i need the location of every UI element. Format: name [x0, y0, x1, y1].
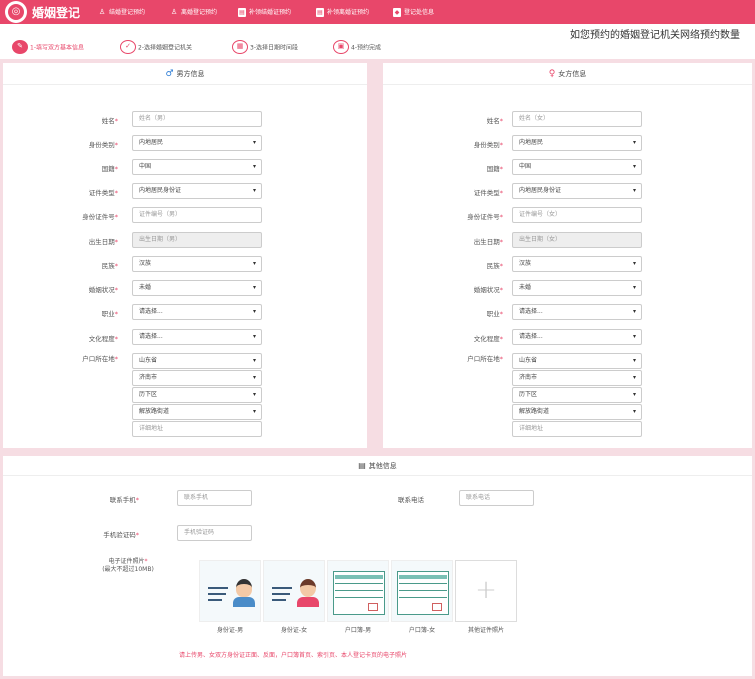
male-marital-select[interactable]: 未婚 [132, 280, 262, 296]
other-info-panel: ▤ 其他信息 联系手机* 联系手机 联系电话 联系电话 手机验证码* 手机验证码 … [3, 456, 752, 676]
tel-input[interactable]: 联系电话 [459, 490, 534, 506]
logo: ◎ [5, 1, 27, 23]
male-id-type-select[interactable]: 内地居民 [132, 135, 262, 151]
complete-icon: ▣ [333, 40, 349, 54]
certificate-icon: ▤ [316, 8, 324, 17]
female-district-select[interactable]: 历下区 [512, 387, 642, 403]
step-3: ▦ 3-选择日期时间段 [232, 40, 298, 54]
id-card-female-photo[interactable] [263, 560, 325, 622]
male-birth-date-input: 出生日期（男） [132, 232, 262, 248]
notice-marquee: 如您预约的婚姻登记机关网络预约数量 [570, 30, 740, 41]
calendar-icon: ▦ [232, 40, 248, 54]
household-book-male-caption: 户口簿-男 [344, 627, 372, 634]
household-book-female-photo[interactable] [391, 560, 453, 622]
other-photo-caption: 其他证件照片 [467, 627, 504, 634]
male-street-select[interactable]: 解放路街道 [132, 404, 262, 420]
rings-logo-icon: ◎ [8, 4, 24, 20]
male-address-input[interactable]: 详细地址 [132, 421, 262, 437]
male-name-input[interactable]: 姓名（男） [132, 111, 262, 127]
female-panel-header: ♀ 女方信息 [383, 63, 752, 85]
nav-marriage-booking[interactable]: ♙ 结婚登记预约 [98, 7, 145, 19]
household-book-female-caption: 户口簿-女 [408, 627, 436, 634]
female-street-select[interactable]: 解放路街道 [512, 404, 642, 420]
plus-icon: + [475, 575, 497, 605]
male-province-select[interactable]: 山东省 [132, 353, 262, 369]
male-district-select[interactable]: 历下区 [132, 387, 262, 403]
form-icon: ✎ [12, 40, 28, 54]
female-id-type-select[interactable]: 内地居民 [512, 135, 642, 151]
female-cert-type-select[interactable]: 内地居民身份证 [512, 183, 642, 199]
male-nationality-select[interactable]: 中国 [132, 159, 262, 175]
user-icon: ♙ [170, 8, 178, 16]
id-card-male-photo[interactable] [199, 560, 261, 622]
household-book-male-photo[interactable] [327, 560, 389, 622]
male-panel-header: ♂ 男方信息 [3, 63, 367, 85]
female-address-input[interactable]: 详细地址 [512, 421, 642, 437]
id-card-female-caption: 身份证-女 [280, 627, 308, 634]
female-marital-select[interactable]: 未婚 [512, 280, 642, 296]
male-occupation-select[interactable]: 请选择... [132, 304, 262, 320]
id-card-male-caption: 身份证-男 [216, 627, 244, 634]
female-id-number-input[interactable]: 证件编号（女） [512, 207, 642, 223]
top-nav: ◎ 婚姻登记 ♙ 结婚登记预约 ♙ 离婚登记预约 ▤ 补领结婚证预约 ▤ 补领离婚证预约… [0, 0, 755, 24]
male-ethnicity-select[interactable]: 汉族 [132, 256, 262, 272]
code-label: 手机验证码* [103, 531, 139, 539]
nav-divorce-booking[interactable]: ♙ 离婚登记预约 [170, 7, 217, 19]
check-icon: ✓ [120, 40, 136, 54]
phone-input[interactable]: 联系手机 [177, 490, 252, 506]
male-symbol-icon: ♂ [165, 69, 174, 79]
female-symbol-icon: ♀ [548, 69, 556, 79]
step-1: ✎ 1-填写双方基本信息 [12, 40, 84, 54]
certificate-icon: ▤ [238, 8, 246, 17]
female-education-select[interactable]: 请选择... [512, 329, 642, 345]
female-nationality-select[interactable]: 中国 [512, 159, 642, 175]
female-occupation-select[interactable]: 请选择... [512, 304, 642, 320]
info-icon: ◆ [393, 8, 401, 17]
nav-office-info[interactable]: ◆ 登记处信息 [393, 7, 434, 19]
female-info-panel: ♀女方信息 姓名* 姓名（女） 身份类别* 内地居民 国籍* 中国 证件类型* … [383, 63, 752, 448]
female-birth-date-input: 出生日期（女） [512, 232, 642, 248]
document-icon: ▤ [358, 461, 366, 470]
add-other-photo-button[interactable]: + [455, 560, 517, 622]
male-city-select[interactable]: 济南市 [132, 370, 262, 386]
brand-title: 婚姻登记 [32, 6, 81, 20]
other-panel-header: ▤ 其他信息 [3, 456, 752, 476]
step-2: ✓ 2-选择婚姻登记机关 [120, 40, 192, 54]
upload-note: 请上传男、女双方身份证正面、反面，户口簿首页、索引页、本人登记卡页的电子照片 [179, 652, 408, 659]
user-icon: ♙ [98, 8, 106, 16]
male-education-select[interactable]: 请选择... [132, 329, 262, 345]
photo-label: 电子证件照片* (最大不超过10MB) [102, 558, 154, 573]
nav-reissue-divorce[interactable]: ▤ 补领离婚证预约 [316, 7, 369, 19]
female-ethnicity-select[interactable]: 汉族 [512, 256, 642, 272]
male-cert-type-select[interactable]: 内地居民身份证 [132, 183, 262, 199]
step-4: ▣ 4-预约完成 [333, 40, 381, 54]
tel-label: 联系电话 [398, 496, 424, 504]
female-name-input[interactable]: 姓名（女） [512, 111, 642, 127]
nav-reissue-marriage[interactable]: ▤ 补领结婚证预约 [238, 7, 291, 19]
code-input[interactable]: 手机验证码 [177, 525, 252, 541]
male-info-panel: ♂男方信息 姓名* 姓名（男） 身份类别* 内地居民 国籍* 中国 证件类型* … [3, 63, 367, 448]
phone-label: 联系手机* [109, 496, 139, 504]
female-city-select[interactable]: 济南市 [512, 370, 642, 386]
male-id-number-input[interactable]: 证件编号（男） [132, 207, 262, 223]
female-province-select[interactable]: 山东省 [512, 353, 642, 369]
